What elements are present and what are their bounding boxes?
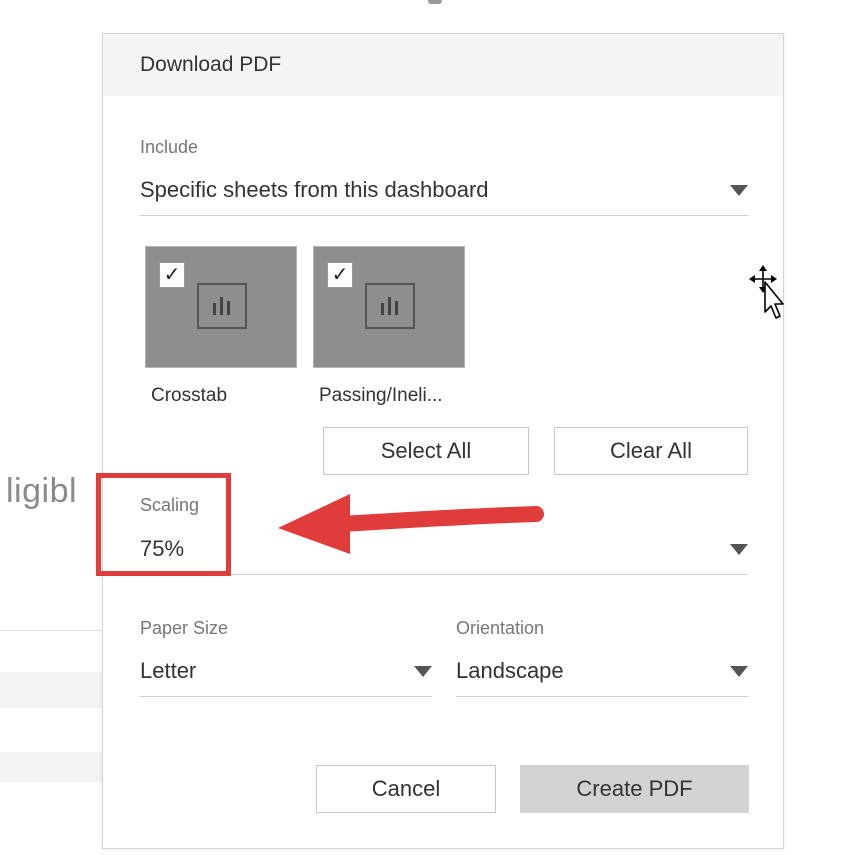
sheet-name-crosstab: Crosstab	[151, 385, 228, 406]
sheet-name-passing: Passing/Ineli...	[319, 385, 443, 406]
orientation-underline	[456, 696, 748, 697]
background-partial-text: ligibl	[6, 472, 78, 510]
chart-bars-icon	[197, 283, 247, 329]
annotation-arrow-icon	[278, 494, 544, 554]
sheet-thumbnail-passing[interactable]: ✓	[313, 246, 465, 368]
include-underline	[140, 215, 748, 216]
create-pdf-button[interactable]: Create PDF	[520, 765, 749, 813]
orientation-select[interactable]: Landscape	[456, 653, 748, 697]
scaling-underline	[140, 574, 748, 575]
include-label: Include	[140, 137, 199, 157]
move-cursor-icon	[749, 265, 784, 319]
background-row	[0, 672, 104, 708]
paper-size-select[interactable]: Letter	[140, 653, 432, 697]
include-value: Specific sheets from this dashboard	[140, 177, 489, 202]
sheet-thumbnail-crosstab[interactable]: ✓	[145, 246, 297, 368]
orientation-value: Landscape	[456, 658, 564, 683]
background-mark	[428, 0, 442, 4]
background-divider	[0, 630, 104, 631]
dialog-title: Download PDF	[140, 53, 282, 76]
background-row	[0, 752, 104, 782]
caret-down-icon	[730, 666, 748, 677]
caret-down-icon	[730, 544, 748, 555]
caret-down-icon	[414, 666, 432, 677]
caret-down-icon	[730, 185, 748, 196]
clear-all-button[interactable]: Clear All	[554, 427, 748, 475]
checkbox-checked-icon[interactable]: ✓	[159, 262, 185, 288]
download-pdf-dialog: Download PDF Include Specific sheets fro…	[102, 33, 784, 849]
paper-size-label: Paper Size	[140, 618, 229, 638]
select-all-button[interactable]: Select All	[323, 427, 529, 475]
checkbox-checked-icon[interactable]: ✓	[327, 262, 353, 288]
paper-size-underline	[140, 696, 432, 697]
cancel-button[interactable]: Cancel	[316, 765, 496, 813]
include-select[interactable]: Specific sheets from this dashboard	[140, 172, 748, 216]
chart-bars-icon	[365, 283, 415, 329]
scaling-highlight-box	[96, 473, 231, 576]
paper-size-value: Letter	[140, 658, 197, 683]
dialog-header: Download PDF	[103, 34, 783, 96]
orientation-label: Orientation	[456, 618, 545, 638]
